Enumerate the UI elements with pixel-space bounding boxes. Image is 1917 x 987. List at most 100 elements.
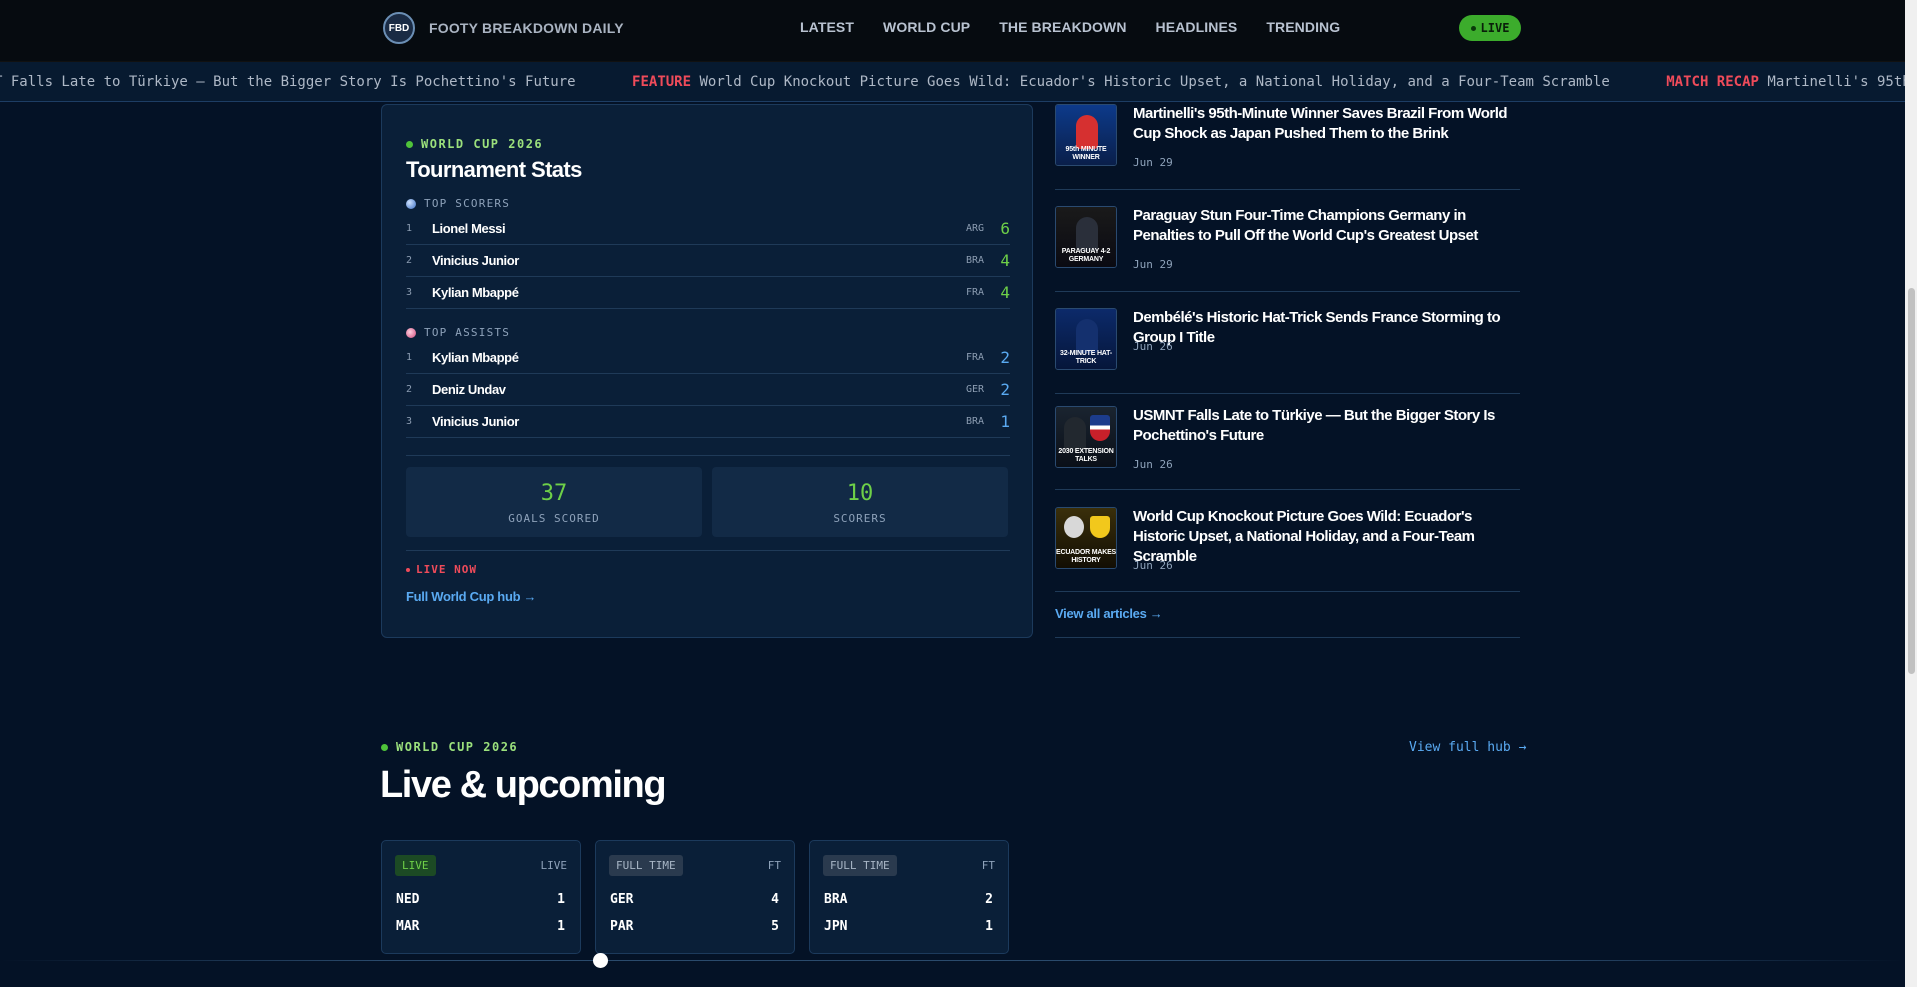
top-scorers-label: TOP SCORERS [424, 197, 511, 210]
home-score: 4 [771, 892, 779, 907]
home-team: BRA [824, 892, 848, 907]
away-team: PAR [610, 919, 634, 934]
stats-title: Tournament Stats [406, 157, 582, 182]
country-code: BRA [965, 255, 984, 266]
article-title[interactable]: World Cup Knockout Picture Goes Wild: Ec… [1133, 507, 1523, 567]
ticker-item[interactable]: FEATURE World Cup Knockout Picture Goes … [632, 74, 1610, 90]
media-scrubber-handle[interactable] [593, 953, 608, 968]
thumbnail-caption: 95th MINUTE WINNER [1065, 146, 1107, 161]
site-header: FBD FOOTY BREAKDOWN DAILY LATEST WORLD C… [0, 0, 1905, 62]
view-full-hub-link[interactable]: View full hub → [1409, 740, 1526, 755]
player-name: Deniz Undav [432, 382, 506, 397]
red-dot-icon [406, 567, 410, 572]
scorers-box: 10 SCORERS [712, 467, 1008, 537]
usa-crest-icon [1090, 415, 1110, 441]
match-card[interactable]: LIVE LIVE NED 1 MAR 1 [381, 840, 581, 954]
scorer-row[interactable]: 3 Kylian Mbappé FRA 4 [406, 277, 1010, 309]
article-item[interactable]: ECUADOR MAKES HISTORY World Cup Knockout… [1055, 507, 1520, 592]
home-team: GER [610, 892, 634, 907]
live-button[interactable]: LIVE [1459, 15, 1521, 41]
world-cup-hub-link[interactable]: Full World Cup hub → [406, 589, 537, 604]
country-code: ARG [965, 223, 984, 234]
logo[interactable]: FBD [383, 12, 415, 44]
scorer-row[interactable]: 2 Vinicius Junior BRA 4 [406, 245, 1010, 277]
scorers-label: SCORERS [833, 512, 887, 525]
ticker-tag: FEATURE [632, 74, 692, 90]
live-now-indicator: LIVE NOW [406, 563, 477, 576]
target-icon [406, 327, 416, 338]
match-card[interactable]: FULL TIME FT BRA 2 JPN 1 [809, 840, 1009, 954]
article-title[interactable]: Paraguay Stun Four-Time Champions German… [1133, 206, 1523, 246]
article-thumbnail[interactable]: 32-MINUTE HAT-TRICK [1055, 308, 1117, 370]
article-date: Jun 29 [1133, 258, 1173, 271]
assist-row[interactable]: 2 Deniz Undav GER 2 [406, 374, 1010, 406]
nav-latest[interactable]: LATEST [800, 19, 854, 35]
media-progress-track[interactable] [0, 960, 1905, 961]
main-nav: LATEST WORLD CUP THE BREAKDOWN HEADLINES… [800, 19, 1340, 35]
article-thumbnail[interactable]: ECUADOR MAKES HISTORY [1055, 507, 1117, 569]
article-item[interactable]: 95th MINUTE WINNER Martinelli's 95th-Min… [1055, 104, 1520, 190]
football-icon [406, 198, 416, 209]
match-status: FT [981, 859, 995, 872]
goal-count: 4 [1000, 283, 1010, 302]
top-assists-label: TOP ASSISTS [424, 326, 511, 339]
article-date: Jun 26 [1133, 458, 1173, 471]
article-item[interactable]: 2030 EXTENSION TALKS USMNT Falls Late to… [1055, 406, 1520, 490]
thumbnail-caption: 2030 EXTENSION TALKS [1058, 448, 1114, 463]
green-dot-icon [381, 743, 388, 751]
player-name: Vinicius Junior [432, 414, 519, 429]
article-title[interactable]: Martinelli's 95th-Minute Winner Saves Br… [1133, 104, 1523, 144]
away-score: 5 [771, 919, 779, 934]
article-thumbnail[interactable]: 95th MINUTE WINNER [1055, 104, 1117, 166]
assist-row[interactable]: 3 Vinicius Junior BRA 1 [406, 406, 1010, 438]
article-title[interactable]: Dembélé's Historic Hat-Trick Sends Franc… [1133, 308, 1523, 348]
ticker-tag: MATCH RECAP [1666, 74, 1759, 90]
live-section-kicker-label: WORLD CUP 2026 [396, 740, 519, 754]
top-scorers-header: TOP SCORERS [406, 197, 510, 210]
rank: 2 [406, 384, 413, 395]
thumbnail-caption: 32-MINUTE HAT-TRICK [1060, 350, 1112, 365]
live-dot-icon [1470, 25, 1476, 31]
live-now-label: LIVE NOW [416, 563, 477, 576]
divider [406, 455, 1010, 456]
ticker-track: T Falls Late to Türkiye — But the Bigger… [0, 74, 1905, 90]
ticker-item[interactable]: T Falls Late to Türkiye — But the Bigger… [0, 74, 576, 90]
live-section-title: Live & upcoming [380, 764, 667, 806]
live-button-label: LIVE [1480, 21, 1510, 35]
article-thumbnail[interactable]: PARAGUAY 4-2 GERMANY [1055, 206, 1117, 268]
germany-crest-icon [1064, 516, 1084, 538]
divider [406, 550, 1010, 551]
assist-count: 1 [1000, 412, 1010, 431]
nav-world-cup[interactable]: WORLD CUP [883, 19, 970, 35]
article-thumbnail[interactable]: 2030 EXTENSION TALKS [1055, 406, 1117, 468]
nav-trending[interactable]: TRENDING [1266, 19, 1340, 35]
ticker-text: Martinelli's 95th-Minute Winner Saves Br… [1767, 74, 1905, 90]
article-date: Jun 26 [1133, 340, 1173, 353]
divider [1055, 637, 1520, 638]
rank: 3 [406, 287, 413, 298]
nav-headlines[interactable]: HEADLINES [1156, 19, 1238, 35]
stats-kicker: WORLD CUP 2026 [406, 137, 543, 151]
player-name: Kylian Mbappé [432, 285, 519, 300]
scorer-row[interactable]: 1 Lionel Messi ARG 6 [406, 213, 1010, 245]
scrollbar-thumb[interactable] [1908, 288, 1915, 674]
article-item[interactable]: PARAGUAY 4-2 GERMANY Paraguay Stun Four-… [1055, 206, 1520, 292]
match-badge: FULL TIME [609, 855, 683, 876]
assist-row[interactable]: 1 Kylian Mbappé FRA 2 [406, 342, 1010, 374]
view-all-articles-link[interactable]: View all articles → [1055, 606, 1163, 621]
brand-name[interactable]: FOOTY BREAKDOWN DAILY [429, 20, 624, 36]
article-item[interactable]: 32-MINUTE HAT-TRICK Dembélé's Historic H… [1055, 308, 1520, 394]
nav-the-breakdown[interactable]: THE BREAKDOWN [999, 19, 1126, 35]
news-ticker: T Falls Late to Türkiye — But the Bigger… [0, 62, 1905, 102]
ecuador-crest-icon [1090, 516, 1110, 538]
green-dot-icon [406, 140, 413, 148]
thumbnail-caption: PARAGUAY 4-2 GERMANY [1061, 248, 1111, 263]
player-figure [1076, 217, 1098, 251]
away-score: 1 [557, 919, 565, 934]
article-title[interactable]: USMNT Falls Late to Türkiye — But the Bi… [1133, 406, 1523, 446]
country-code: FRA [965, 352, 984, 363]
home-team: NED [396, 892, 420, 907]
match-card[interactable]: FULL TIME FT GER 4 PAR 5 [595, 840, 795, 954]
scorers-value: 10 [846, 481, 874, 506]
ticker-item[interactable]: MATCH RECAP Martinelli's 95th-Minute Win… [1666, 74, 1905, 90]
